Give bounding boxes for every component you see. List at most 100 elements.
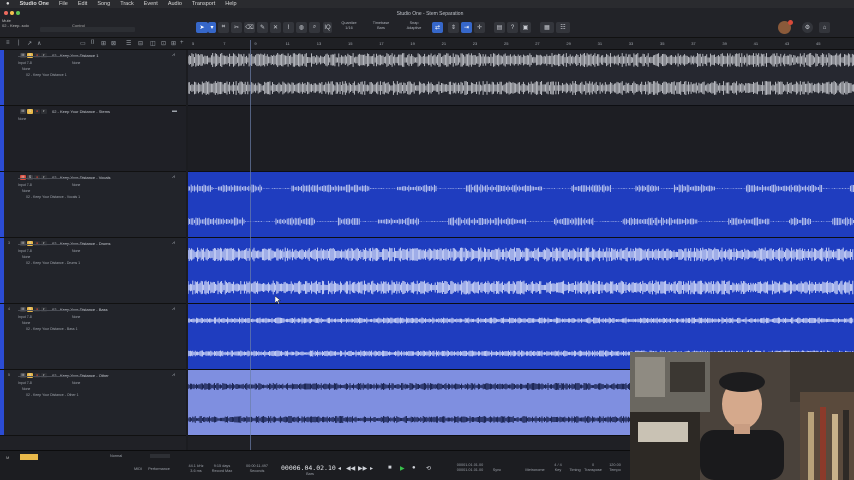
track-lane[interactable]	[187, 238, 854, 304]
split-tool-button[interactable]: ✂	[231, 22, 242, 33]
next-marker-button[interactable]: ▸	[370, 465, 373, 472]
volume-fader[interactable]	[18, 56, 82, 57]
zoom-slider[interactable]	[150, 454, 170, 458]
track-lane[interactable]	[187, 172, 854, 238]
group-icon[interactable]: ⌷	[91, 40, 95, 47]
paint-tool-button[interactable]: ✎	[257, 22, 268, 33]
arrow-tool-dropdown[interactable]: ▾	[208, 22, 216, 33]
iq-button[interactable]: IQ	[323, 22, 332, 33]
menu-audio[interactable]: Audio	[163, 0, 187, 8]
track-route[interactable]: 02 - Keep Your Distance - Other 1	[26, 392, 79, 398]
stop-button[interactable]: ■	[388, 465, 392, 471]
home-button[interactable]: ⌂	[819, 22, 830, 33]
track-route[interactable]: 02 - Keep Your Distance - Vocals 1	[26, 194, 80, 200]
menu-help[interactable]: Help	[220, 0, 241, 8]
tempo-display[interactable]: 120.00 Tempo	[604, 463, 626, 473]
grid-view-button[interactable]: ▦	[540, 22, 554, 33]
inspector-button[interactable]: ▤	[494, 22, 505, 33]
menu-icon[interactable]: ≡	[6, 40, 10, 46]
minimize-window-button[interactable]	[10, 11, 14, 15]
split-list-icon[interactable]: ◫	[150, 40, 156, 47]
performance-indicator[interactable]: Performance	[142, 467, 176, 472]
help-button[interactable]: ?	[507, 22, 518, 33]
track-header[interactable]: M S ● ◐ 02 - Keep Your Distance - Stems ▬ None	[0, 106, 186, 172]
play-button[interactable]: ▶	[400, 465, 405, 472]
monitor-all-icon[interactable]: ⊠	[111, 40, 116, 47]
mute-button-bottom[interactable]: M	[6, 455, 11, 460]
forward-button[interactable]: ▶▶	[358, 465, 367, 472]
snap-toggle-button[interactable]: ⇄	[432, 22, 443, 33]
mute-button[interactable]: M	[20, 109, 26, 114]
arrow-tool-button[interactable]: ➤	[196, 22, 208, 33]
menu-transport[interactable]: Transport	[187, 0, 220, 8]
zoom-tool-button[interactable]: ⌕	[309, 22, 320, 33]
volume-fader[interactable]	[18, 178, 82, 179]
list-icon[interactable]: ☰	[126, 40, 131, 47]
automation-mode[interactable]: None	[72, 314, 80, 320]
bend-tool-button[interactable]: ⌇	[283, 22, 294, 33]
automation-mode[interactable]: None	[72, 380, 80, 386]
quantize-control[interactable]: Quantize 1/16	[334, 21, 364, 31]
time-signature-display[interactable]: 4 / 4 Key	[548, 463, 568, 473]
volume-fader[interactable]	[18, 310, 82, 311]
layout-icon[interactable]: ⊞	[171, 40, 176, 47]
menu-song[interactable]: Song	[92, 0, 115, 8]
track-route[interactable]: 02 - Keep Your Distance 1	[26, 72, 67, 78]
audio-event[interactable]	[187, 172, 854, 238]
seconds-display[interactable]: 00:00:11.497 Seconds	[240, 464, 274, 474]
menu-edit[interactable]: Edit	[73, 0, 92, 8]
record-time-display[interactable]: 9:15 days Record Max	[208, 464, 236, 474]
settings-button[interactable]: ⚙	[802, 22, 813, 33]
loop-range-display[interactable]: 00001.01.01.00 00001.01.01.00	[450, 463, 490, 473]
apple-menu-icon[interactable]: ●	[0, 0, 15, 8]
loop-back-button[interactable]: ◂	[338, 465, 341, 472]
timeline-ruler[interactable]: 5 7 9 11 13 15 17 19 21 23 25 27 29 31 33 35 37 39 41 43 45	[188, 40, 854, 50]
edit-icon[interactable]: ↗	[27, 40, 32, 47]
menu-event[interactable]: Event	[139, 0, 163, 8]
loop-button[interactable]: ⟲	[426, 465, 431, 472]
eraser-tool-button[interactable]: ⌫	[244, 22, 255, 33]
record-arm-button[interactable]: ●	[34, 109, 40, 114]
menu-app-name[interactable]: Studio One	[15, 0, 54, 8]
mixer-view-button[interactable]: ☷	[556, 22, 570, 33]
track-header[interactable]: 3MS●◐02 - Keep Your Distance - Drums⩘Inp…	[0, 238, 186, 304]
sample-rate-display[interactable]: 44.1 kHz 3.6 ms	[184, 464, 208, 474]
track-route[interactable]: 02 - Keep Your Distance - Drums 1	[26, 260, 80, 266]
automation-mode[interactable]: None	[72, 182, 80, 188]
track-header[interactable]: 4MS●◐02 - Keep Your Distance - Bass⩘Inpu…	[0, 304, 186, 370]
listen-tool-button[interactable]: ◍	[296, 22, 307, 33]
automation-icon[interactable]: ∧	[37, 40, 41, 47]
monitor-button[interactable]: ◐	[41, 109, 47, 114]
track-header[interactable]: MS●◐02 - Keep Your Distance - Vocals⩘Inp…	[0, 172, 186, 238]
browser-toggle-button[interactable]: ▣	[520, 22, 531, 33]
record-arm-all-icon[interactable]: ⊞	[101, 40, 106, 47]
follow-button[interactable]: ⇥	[461, 22, 472, 33]
track-name[interactable]: 02 - Keep Your Distance - Stems	[52, 109, 110, 114]
track-input[interactable]: None	[18, 116, 26, 122]
track-header[interactable]: 5MS●◐02 - Keep Your Distance - Other⩘Inp…	[0, 370, 186, 436]
automation-mode[interactable]: None	[72, 60, 80, 66]
close-window-button[interactable]	[4, 11, 8, 15]
volume-fader[interactable]	[18, 376, 82, 377]
transpose-display[interactable]: 0 Transpose	[582, 463, 604, 473]
snap-control[interactable]: Snap Adaptive	[398, 21, 430, 31]
rewind-button[interactable]: ◀◀	[346, 465, 355, 472]
track-lane[interactable]	[187, 50, 854, 106]
audio-event[interactable]	[187, 238, 854, 304]
autoscroll-button[interactable]: ⇕	[448, 22, 459, 33]
menu-file[interactable]: File	[54, 0, 73, 8]
playback-cursor[interactable]	[250, 40, 251, 450]
range-tool-button[interactable]: ⌗	[218, 22, 229, 33]
mute-tool-button[interactable]: ✕	[270, 22, 281, 33]
zoom-window-button[interactable]	[16, 11, 20, 15]
color-swatch[interactable]	[20, 454, 38, 460]
add-track-icon[interactable]: +	[180, 40, 184, 46]
track-route[interactable]: 02 - Keep Your Distance - Bass 1	[26, 326, 78, 332]
audio-event[interactable]	[187, 50, 854, 106]
record-button[interactable]: ●	[412, 465, 416, 471]
primary-time-display[interactable]: 00006.04.02.10	[281, 464, 336, 472]
track-info-icon[interactable]: |	[18, 40, 20, 46]
menu-track[interactable]: Track	[115, 0, 139, 8]
folder-icon[interactable]: ▭	[80, 40, 86, 47]
cursor-follows-button[interactable]: ✛	[474, 22, 485, 33]
